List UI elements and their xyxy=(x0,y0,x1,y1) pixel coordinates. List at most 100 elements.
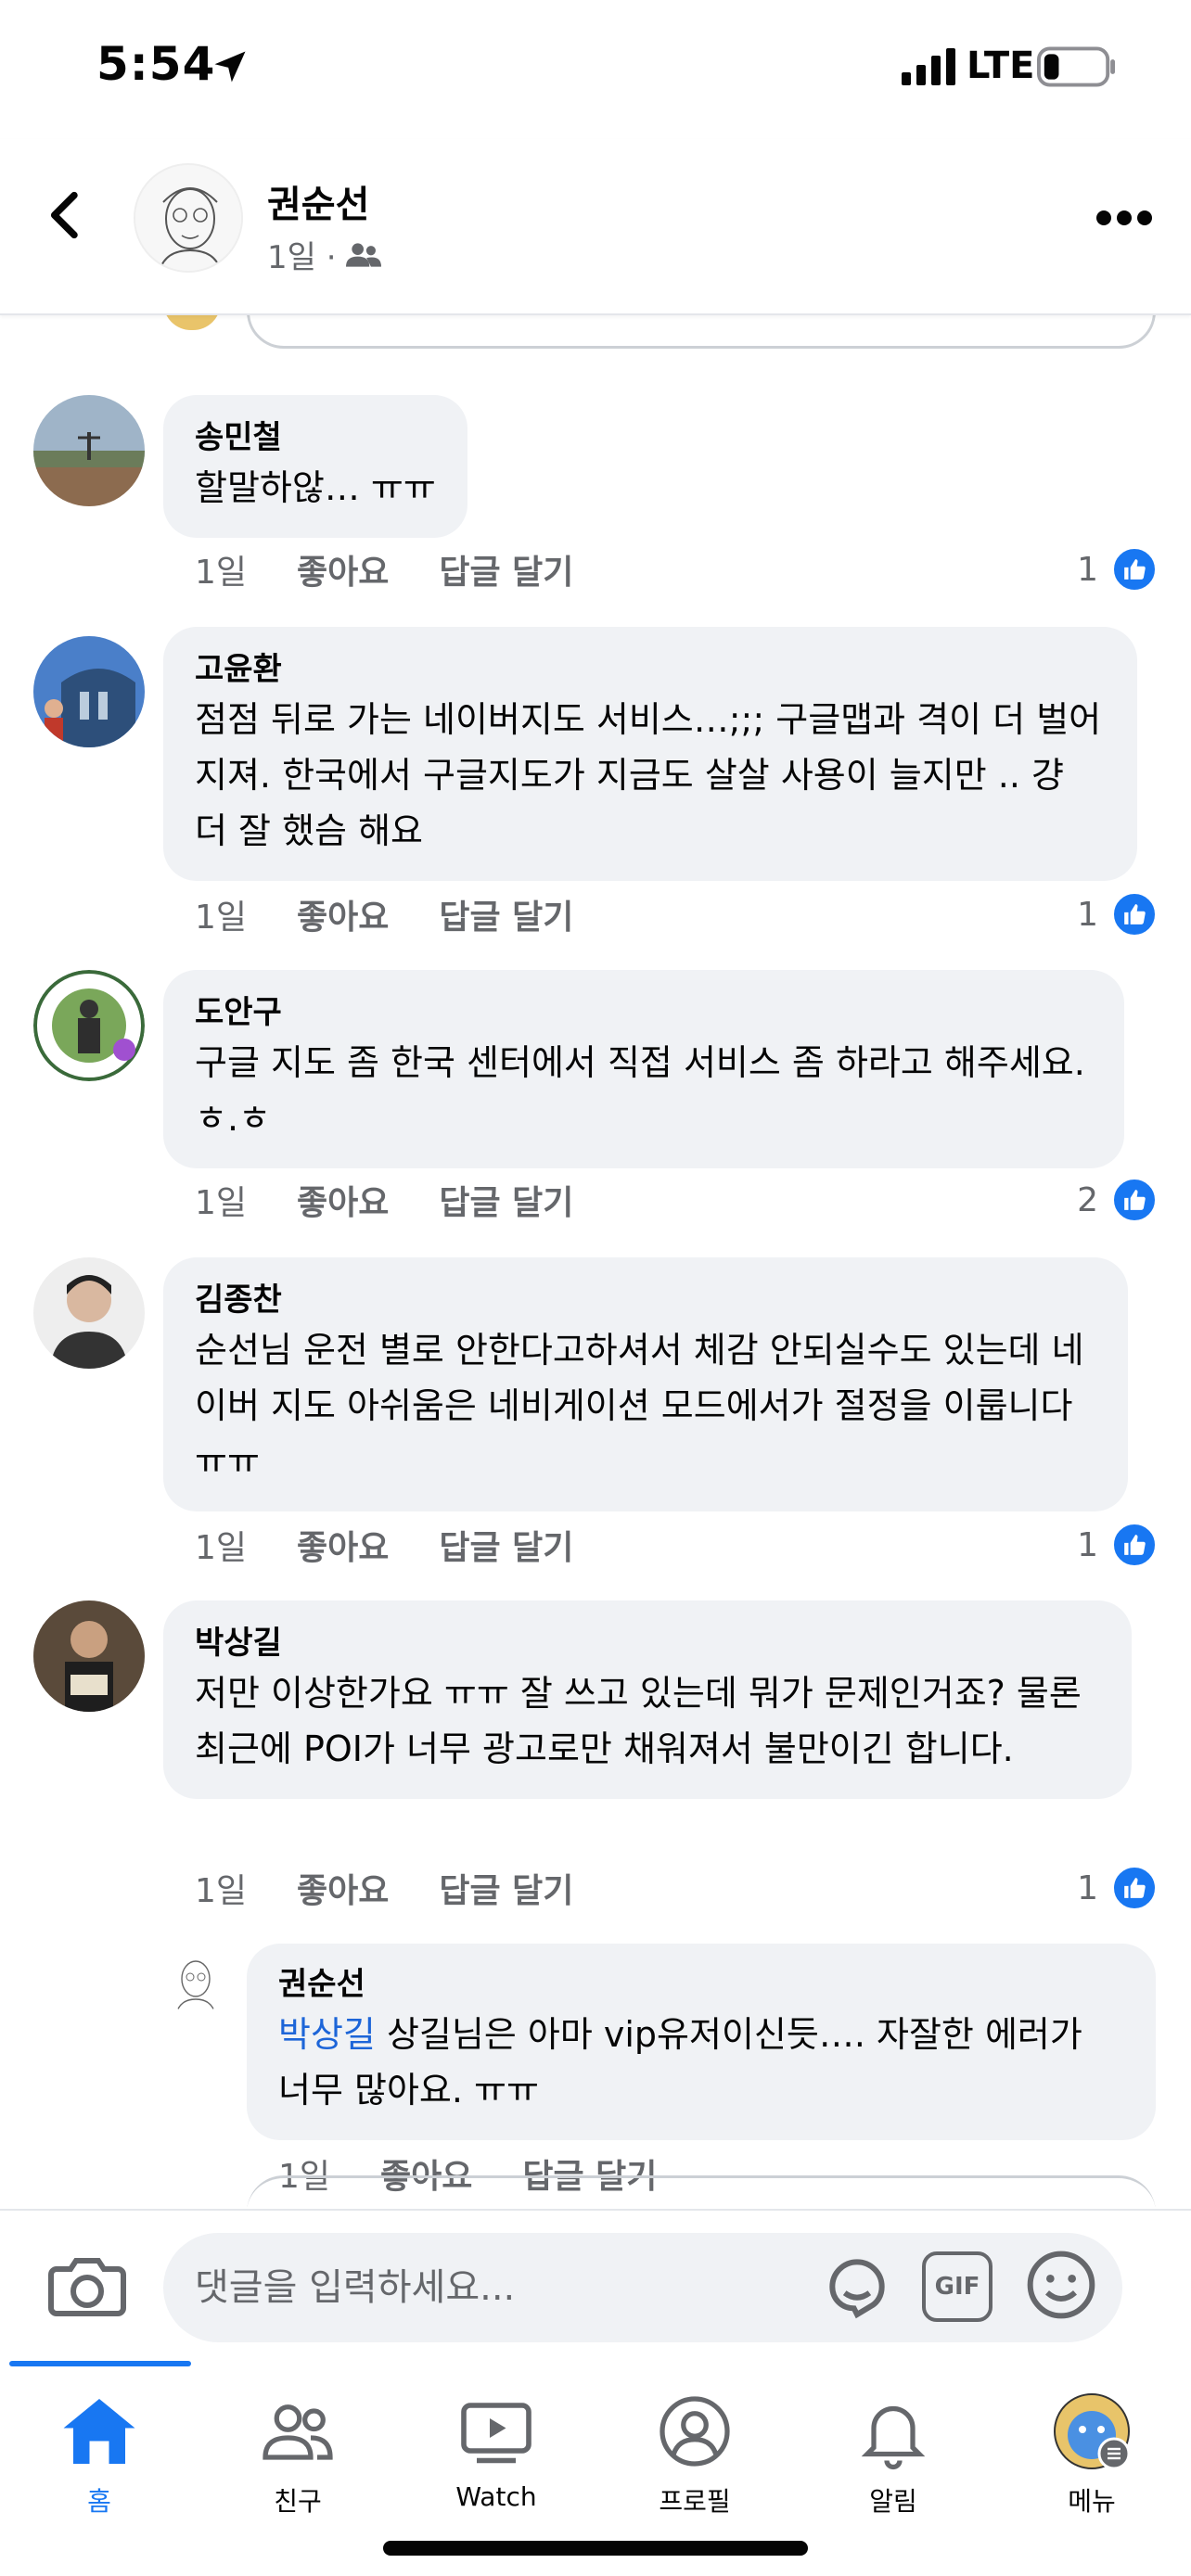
partial-input-box xyxy=(247,315,1156,349)
mention-link[interactable]: 박상길 xyxy=(278,2014,376,2055)
friends-icon xyxy=(263,2404,333,2460)
reply-text: 상길님은 아마 vip유저이신듯…. 자잘한 에러가 너무 많아요. ㅠㅠ xyxy=(278,2014,1082,2111)
comment-text: 저만 이상한가요 ㅠㅠ 잘 쓰고 있는데 뭐가 문제인거죠? 물론 최근에 PO… xyxy=(195,1673,1093,1769)
tab-label: 프로필 xyxy=(659,2486,731,2517)
badge-photo-icon xyxy=(33,970,145,1081)
comment-text: 순선님 운전 별로 안한다고하셔서 체감 안되실수도 있는데 네이버 지도 아쉬… xyxy=(195,1330,1084,1482)
reply-button[interactable]: 답글 달기 xyxy=(439,545,573,593)
status-bar: 5:54 LTE xyxy=(0,0,1191,139)
reply-button[interactable]: 답글 달기 xyxy=(439,890,573,938)
comment-bubble[interactable]: 고윤환 점점 뒤로 가는 네이버지도 서비스…;;; 구글맵과 격이 더 벌어지… xyxy=(163,627,1137,881)
tab-notifications[interactable]: 알림 xyxy=(794,2379,992,2519)
thumbs-up-icon xyxy=(1111,1177,1158,1223)
commenter-avatar[interactable] xyxy=(33,970,145,1081)
gif-label: GIF xyxy=(934,2273,980,2301)
location-arrow-icon xyxy=(214,51,246,83)
watch-icon xyxy=(461,2403,531,2464)
profile-icon xyxy=(660,2396,730,2467)
menu-icon xyxy=(1054,2393,1131,2470)
tab-menu[interactable]: 메뉴 xyxy=(992,2379,1191,2519)
like-count[interactable]: 1 xyxy=(1077,1517,1158,1573)
like-count-number: 1 xyxy=(1077,1525,1098,1564)
tab-friends[interactable]: 친구 xyxy=(198,2379,397,2519)
comment-actions: 1일 좋아요 답글 달기 xyxy=(195,1172,573,1228)
like-button[interactable]: 좋아요 xyxy=(297,1176,389,1224)
comment-actions: 1일 좋아요 답글 달기 xyxy=(195,542,573,597)
post-meta: 1일 · xyxy=(267,232,381,277)
sticker-icon[interactable] xyxy=(820,2250,894,2324)
like-count[interactable]: 1 xyxy=(1077,542,1158,597)
tab-profile[interactable]: 프로필 xyxy=(596,2379,794,2519)
tab-home[interactable]: 홈 xyxy=(0,2379,198,2519)
like-count[interactable]: 2 xyxy=(1077,1172,1158,1228)
tab-label: Watch xyxy=(455,2481,537,2512)
like-button[interactable]: 좋아요 xyxy=(297,890,389,938)
comment-bubble[interactable]: 박상길 저만 이상한가요 ㅠㅠ 잘 쓰고 있는데 뭐가 문제인거죠? 물론 최근… xyxy=(163,1600,1132,1799)
comment-author[interactable]: 박상길 xyxy=(195,1621,1100,1665)
comment-time: 1일 xyxy=(195,1529,248,1567)
home-icon xyxy=(63,2399,135,2464)
like-count-number: 1 xyxy=(1077,895,1098,934)
like-count-number: 1 xyxy=(1077,1868,1098,1907)
comment-time: 1일 xyxy=(195,899,248,937)
reply-button[interactable]: 답글 달기 xyxy=(439,1176,573,1224)
battery-icon xyxy=(1037,46,1116,87)
reply-author[interactable]: 권순선 xyxy=(278,1962,1124,2007)
commenter-avatar[interactable] xyxy=(33,636,145,747)
like-count-number: 2 xyxy=(1077,1180,1098,1219)
comment-author[interactable]: 김종찬 xyxy=(195,1278,1096,1322)
tab-watch[interactable]: Watch xyxy=(397,2379,596,2519)
thumbs-up-icon xyxy=(1111,1522,1158,1568)
comment-text: 점점 뒤로 가는 네이버지도 서비스…;;; 구글맵과 격이 더 벌어지져. 한… xyxy=(195,699,1102,851)
author-avatar[interactable] xyxy=(134,163,243,273)
like-count-number: 1 xyxy=(1077,550,1098,589)
comment-composer: GIF xyxy=(0,2209,1191,2361)
status-time: 5:54 xyxy=(96,37,216,91)
like-button[interactable]: 좋아요 xyxy=(297,545,389,593)
sketch-portrait-icon xyxy=(135,165,241,271)
sketch-portrait-icon xyxy=(163,1949,228,2014)
comment-author[interactable]: 도안구 xyxy=(195,990,1093,1035)
thumbs-up-icon xyxy=(1111,546,1158,593)
post-header: 권순선 1일 · xyxy=(0,139,1191,315)
commenter-avatar[interactable] xyxy=(33,1600,145,1712)
like-button[interactable]: 좋아요 xyxy=(297,1864,389,1912)
comment-bubble[interactable]: 김종찬 순선님 운전 별로 안한다고하셔서 체감 안되실수도 있는데 네이버 지… xyxy=(163,1257,1128,1511)
camera-icon[interactable] xyxy=(48,2250,126,2322)
comment-time: 1일 xyxy=(195,1872,248,1910)
comment-bubble[interactable]: 송민철 할말하않… ㅠㅠ xyxy=(163,395,467,538)
commenter-avatar[interactable] xyxy=(33,395,145,506)
bell-icon xyxy=(861,2405,926,2470)
comment-author[interactable]: 고윤환 xyxy=(195,647,1106,692)
like-button[interactable]: 좋아요 xyxy=(297,1521,389,1569)
thumbs-up-icon xyxy=(1111,891,1158,937)
partial-reply-box xyxy=(247,2175,1156,2207)
tab-label: 메뉴 xyxy=(1068,2486,1116,2517)
comment-author[interactable]: 송민철 xyxy=(195,415,436,460)
like-count[interactable]: 1 xyxy=(1077,1860,1158,1916)
thumbs-up-icon xyxy=(1111,1865,1158,1911)
tab-label: 알림 xyxy=(869,2486,917,2517)
signal-icon xyxy=(902,48,955,85)
back-arrow-icon[interactable] xyxy=(37,185,96,245)
friends-audience-icon xyxy=(345,242,381,267)
reply-bubble[interactable]: 권순선 박상길 상길님은 아마 vip유저이신듯…. 자잘한 에러가 너무 많아… xyxy=(247,1944,1156,2140)
post-time: 1일 · xyxy=(267,239,337,276)
reply-button[interactable]: 답글 달기 xyxy=(439,1521,573,1569)
gif-button[interactable]: GIF xyxy=(922,2251,992,2322)
like-count[interactable]: 1 xyxy=(1077,886,1158,942)
landscape-photo-icon xyxy=(33,395,145,506)
reply-author-avatar[interactable] xyxy=(163,1949,228,2014)
reply-button[interactable]: 답글 달기 xyxy=(439,1864,573,1912)
comment-actions: 1일 좋아요 답글 달기 xyxy=(195,1517,573,1573)
network-type: LTE xyxy=(967,45,1035,87)
portrait-photo-icon xyxy=(33,1257,145,1369)
comment-actions: 1일 좋아요 답글 달기 xyxy=(195,886,573,942)
home-indicator[interactable] xyxy=(383,2541,808,2556)
author-name[interactable]: 권순선 xyxy=(267,174,369,228)
comment-bubble[interactable]: 도안구 구글 지도 좀 한국 센터에서 직접 서비스 좀 하라고 해주세요. ㅎ… xyxy=(163,970,1124,1168)
more-options-icon[interactable] xyxy=(1095,204,1154,232)
commenter-avatar[interactable] xyxy=(33,1257,145,1369)
emoji-icon[interactable] xyxy=(1024,2248,1098,2322)
comments-feed[interactable]: 송민철 할말하않… ㅠㅠ 1일 좋아요 답글 달기 1 고윤환 점점 뒤로 가는… xyxy=(0,315,1191,2207)
